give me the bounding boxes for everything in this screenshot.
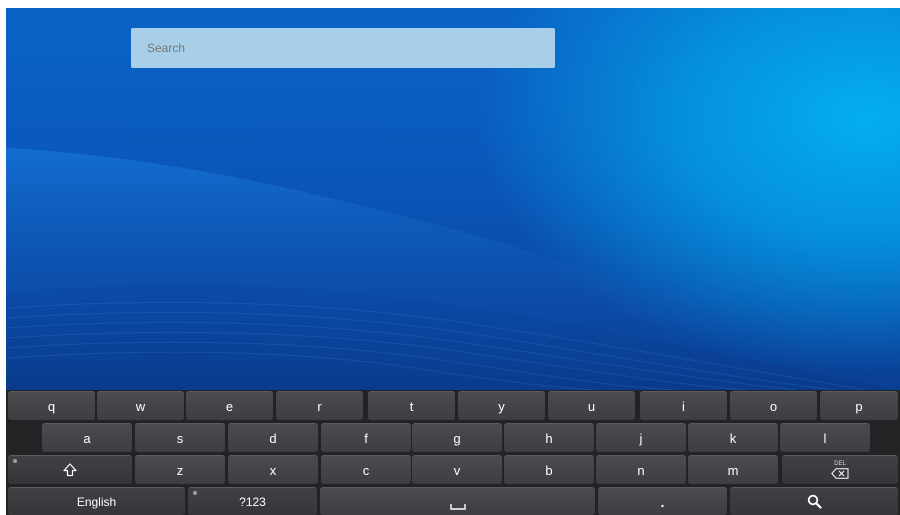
- space-bar-icon: [449, 503, 466, 510]
- key-f[interactable]: f: [321, 423, 411, 452]
- key-n[interactable]: n: [596, 455, 686, 484]
- key-label: a: [83, 430, 91, 446]
- key-b[interactable]: b: [504, 455, 594, 484]
- key-label: English: [76, 494, 117, 509]
- space-key[interactable]: [320, 487, 595, 515]
- delete-key-content: DEL: [831, 461, 849, 479]
- key-label: i: [682, 398, 685, 414]
- search-input[interactable]: [131, 28, 555, 68]
- key-i[interactable]: i: [640, 391, 727, 420]
- key-e[interactable]: e: [186, 391, 273, 420]
- key-label: b: [545, 462, 553, 478]
- key-g[interactable]: g: [412, 423, 502, 452]
- key-x[interactable]: x: [228, 455, 318, 484]
- key-label: w: [135, 398, 146, 414]
- key-s[interactable]: s: [135, 423, 225, 452]
- key-label: ?123: [239, 494, 266, 509]
- search-key[interactable]: [730, 487, 898, 515]
- key-k[interactable]: k: [688, 423, 778, 452]
- search-icon: [807, 494, 822, 509]
- key-d[interactable]: d: [228, 423, 318, 452]
- delete-badge: DEL: [834, 461, 846, 467]
- key-hint-dot: [13, 459, 17, 463]
- key-h[interactable]: h: [504, 423, 594, 452]
- device-screen: q w e r t y u i o p a s d f g h j k l z …: [6, 8, 900, 515]
- key-hint-dot: [193, 491, 197, 495]
- key-label: q: [47, 398, 56, 414]
- key-a[interactable]: a: [42, 423, 132, 452]
- key-label: y: [498, 398, 505, 414]
- key-label: r: [317, 398, 322, 414]
- key-label: g: [453, 430, 461, 446]
- key-label: z: [176, 462, 184, 478]
- key-u[interactable]: u: [548, 391, 635, 420]
- key-q[interactable]: q: [8, 391, 95, 420]
- key-t[interactable]: t: [368, 391, 455, 420]
- key-label: o: [769, 398, 778, 414]
- key-label: c: [362, 462, 370, 478]
- key-l[interactable]: l: [780, 423, 870, 452]
- key-label: l: [823, 430, 827, 446]
- key-label: h: [545, 430, 553, 446]
- key-c[interactable]: c: [321, 455, 411, 484]
- period-key[interactable]: .: [598, 487, 727, 515]
- key-y[interactable]: y: [458, 391, 545, 420]
- key-label: t: [409, 398, 414, 414]
- key-label: x: [269, 462, 277, 478]
- key-v[interactable]: v: [412, 455, 502, 484]
- backspace-icon: [831, 468, 849, 479]
- key-label: p: [855, 398, 863, 414]
- key-w[interactable]: w: [97, 391, 184, 420]
- key-label: n: [637, 462, 645, 478]
- key-p[interactable]: p: [820, 391, 898, 420]
- key-label: k: [729, 430, 737, 446]
- key-o[interactable]: o: [730, 391, 817, 420]
- delete-key[interactable]: DEL: [782, 455, 898, 484]
- key-z[interactable]: z: [135, 455, 225, 484]
- key-label: j: [639, 430, 643, 446]
- shift-key[interactable]: [8, 455, 132, 484]
- key-label: u: [587, 398, 596, 414]
- key-label: e: [225, 398, 234, 414]
- key-label: .: [660, 493, 665, 510]
- key-label: s: [176, 430, 184, 446]
- key-j[interactable]: j: [596, 423, 686, 452]
- key-label: f: [364, 430, 368, 446]
- key-label: m: [727, 462, 739, 478]
- language-key[interactable]: English: [8, 487, 185, 515]
- symbols-key[interactable]: ?123: [188, 487, 317, 515]
- soft-keyboard: q w e r t y u i o p a s d f g h j k l z …: [6, 390, 900, 515]
- key-r[interactable]: r: [276, 391, 363, 420]
- key-m[interactable]: m: [688, 455, 778, 484]
- key-label: v: [453, 462, 461, 478]
- shift-icon: [63, 463, 77, 477]
- key-label: d: [269, 430, 277, 446]
